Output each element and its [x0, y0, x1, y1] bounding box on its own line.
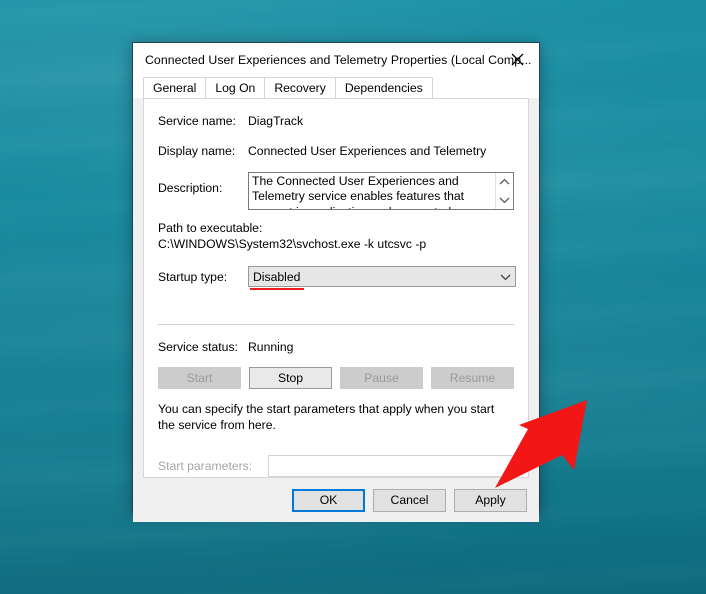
service-name-label: Service name: — [158, 114, 236, 128]
start-parameters-row: Start parameters: — [158, 455, 514, 477]
start-parameters-input[interactable] — [268, 455, 514, 477]
start-button: Start — [158, 367, 241, 389]
description-row: Description: The Connected User Experien… — [158, 172, 514, 210]
section-separator — [158, 324, 514, 325]
chevron-down-icon[interactable] — [496, 191, 513, 209]
chevron-down-icon[interactable] — [495, 273, 515, 281]
display-name-label: Display name: — [158, 144, 236, 158]
startup-type-row: Startup type: Disabled — [158, 266, 516, 290]
start-parameters-label: Start parameters: — [158, 459, 253, 473]
tab-strip: General Log On Recovery Dependencies — [133, 76, 539, 98]
startup-type-combo-wrap: Disabled — [248, 266, 516, 290]
stop-button[interactable]: Stop — [249, 367, 332, 389]
chevron-up-icon[interactable] — [496, 173, 513, 191]
ok-button[interactable]: OK — [292, 488, 365, 512]
service-name-row: Service name: DiagTrack — [158, 112, 514, 129]
red-underline-annotation — [250, 288, 304, 290]
service-properties-dialog: Connected User Experiences and Telemetry… — [132, 42, 540, 522]
description-scrollbar[interactable] — [495, 173, 513, 209]
service-status-label: Service status: — [158, 340, 238, 354]
close-icon[interactable] — [495, 43, 539, 76]
display-name-value: Connected User Experiences and Telemetry — [248, 144, 487, 158]
service-status-value: Running — [248, 340, 294, 354]
service-name-value: DiagTrack — [248, 114, 304, 128]
service-status-row: Service status: Running — [158, 338, 514, 355]
startup-type-label: Startup type: — [158, 270, 228, 284]
apply-button[interactable]: Apply — [454, 488, 527, 512]
general-tab-panel: Service name: DiagTrack Display name: Co… — [143, 98, 529, 478]
description-label: Description: — [158, 181, 223, 195]
start-parameters-help-text: You can specify the start parameters tha… — [158, 402, 495, 432]
startup-type-value: Disabled — [253, 269, 301, 284]
resume-button: Resume — [431, 367, 514, 389]
tab-general[interactable]: General — [143, 77, 207, 98]
tab-dependencies[interactable]: Dependencies — [334, 77, 433, 98]
path-value: C:\WINDOWS\System32\svchost.exe -k utcsv… — [158, 237, 427, 251]
window-title: Connected User Experiences and Telemetry… — [145, 52, 532, 67]
description-textbox[interactable]: The Connected User Experiences and Telem… — [248, 172, 514, 210]
tab-recovery[interactable]: Recovery — [264, 77, 336, 98]
startup-type-dropdown[interactable]: Disabled — [248, 266, 516, 287]
cancel-button[interactable]: Cancel — [373, 488, 446, 512]
pause-button: Pause — [340, 367, 423, 389]
description-text: The Connected User Experiences and Telem… — [252, 174, 478, 209]
title-bar[interactable]: Connected User Experiences and Telemetry… — [133, 43, 539, 76]
service-control-buttons: Start Stop Pause Resume — [158, 367, 514, 389]
tab-log-on[interactable]: Log On — [205, 77, 266, 98]
path-to-executable-block: Path to executable: C:\WINDOWS\System32\… — [158, 220, 514, 252]
display-name-row: Display name: Connected User Experiences… — [158, 142, 514, 159]
dialog-footer: OK Cancel Apply — [133, 478, 539, 522]
path-label: Path to executable: — [158, 221, 263, 235]
